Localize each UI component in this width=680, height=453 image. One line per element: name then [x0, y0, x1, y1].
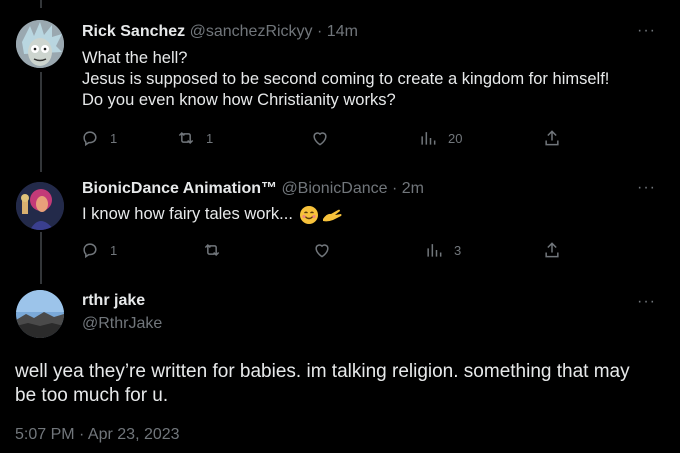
timestamp[interactable]: 5:07 PM · Apr 23, 2023 — [15, 426, 180, 444]
analytics-icon — [421, 132, 436, 145]
share-button[interactable] — [542, 240, 562, 260]
like-button[interactable] — [310, 128, 330, 148]
tweet-text-line: Do you even know how Christianity works? — [82, 91, 396, 109]
display-name[interactable]: Rick Sanchez — [82, 23, 185, 40]
tweet-actions: 1 3 — [80, 240, 580, 264]
avatar[interactable] — [16, 290, 64, 338]
share-icon — [545, 130, 559, 146]
heart-icon — [313, 132, 327, 146]
retweet-count: 1 — [206, 130, 214, 146]
palm-up-hand-emoji-icon — [322, 209, 342, 221]
tweet-text-line: Jesus is supposed to be second coming to… — [82, 70, 610, 88]
reply-count: 1 — [110, 242, 118, 258]
tweet-text: I know how fairy tales work... — [82, 204, 343, 225]
reply-count: 1 — [110, 130, 118, 146]
reply-icon — [83, 243, 97, 259]
tweet-text-line: I know how fairy tales work... — [82, 205, 293, 223]
more-options-button[interactable]: ··· — [637, 293, 656, 311]
timestamp[interactable]: 14m — [327, 23, 358, 40]
tweet-header: Rick Sanchez @sanchezRickyy · 14m — [82, 23, 358, 41]
analytics-icon — [427, 244, 442, 257]
more-options-button[interactable]: ··· — [637, 22, 656, 40]
retweet-icon — [204, 243, 220, 257]
retweet-icon — [178, 131, 194, 145]
tweet-text-line: What the hell? — [82, 49, 188, 67]
avatar[interactable] — [16, 182, 64, 230]
tweet-actions: 1 1 20 — [80, 128, 580, 152]
separator: · — [391, 180, 398, 197]
views-button[interactable]: 20 — [418, 128, 462, 148]
thread-line — [40, 0, 42, 8]
tweet-text: well yea they’re written for babies. im … — [15, 361, 630, 406]
handle[interactable]: @BionicDance — [281, 180, 387, 197]
reply-button[interactable]: 1 — [80, 128, 117, 148]
share-button[interactable] — [542, 128, 562, 148]
smiling-face-emoji-icon — [299, 205, 318, 224]
more-options-button[interactable]: ··· — [637, 179, 656, 197]
heart-icon — [315, 244, 329, 258]
handle[interactable]: @sanchezRickyy — [190, 23, 313, 40]
like-button[interactable] — [312, 240, 332, 260]
reply-button[interactable]: 1 — [80, 240, 117, 260]
tweet-text: What the hell? Jesus is supposed to be s… — [82, 48, 609, 111]
view-count: 3 — [454, 242, 462, 258]
reply-icon — [83, 131, 97, 147]
share-icon — [545, 242, 559, 258]
separator: · — [317, 23, 323, 40]
views-button[interactable]: 3 — [424, 240, 461, 260]
view-count: 20 — [448, 130, 463, 146]
timestamp[interactable]: 2m — [402, 180, 424, 197]
retweet-button[interactable]: 1 — [176, 128, 213, 148]
retweet-button[interactable] — [202, 240, 222, 260]
thread-line — [40, 72, 42, 172]
thread-line — [40, 232, 42, 284]
display-name[interactable]: BionicDance Animation™ — [82, 180, 277, 197]
handle[interactable]: @RthrJake — [82, 315, 162, 333]
tweet-header: BionicDance Animation™ @BionicDance · 2m — [82, 180, 424, 198]
display-name[interactable]: rthr jake — [82, 292, 145, 310]
avatar[interactable] — [16, 20, 64, 68]
